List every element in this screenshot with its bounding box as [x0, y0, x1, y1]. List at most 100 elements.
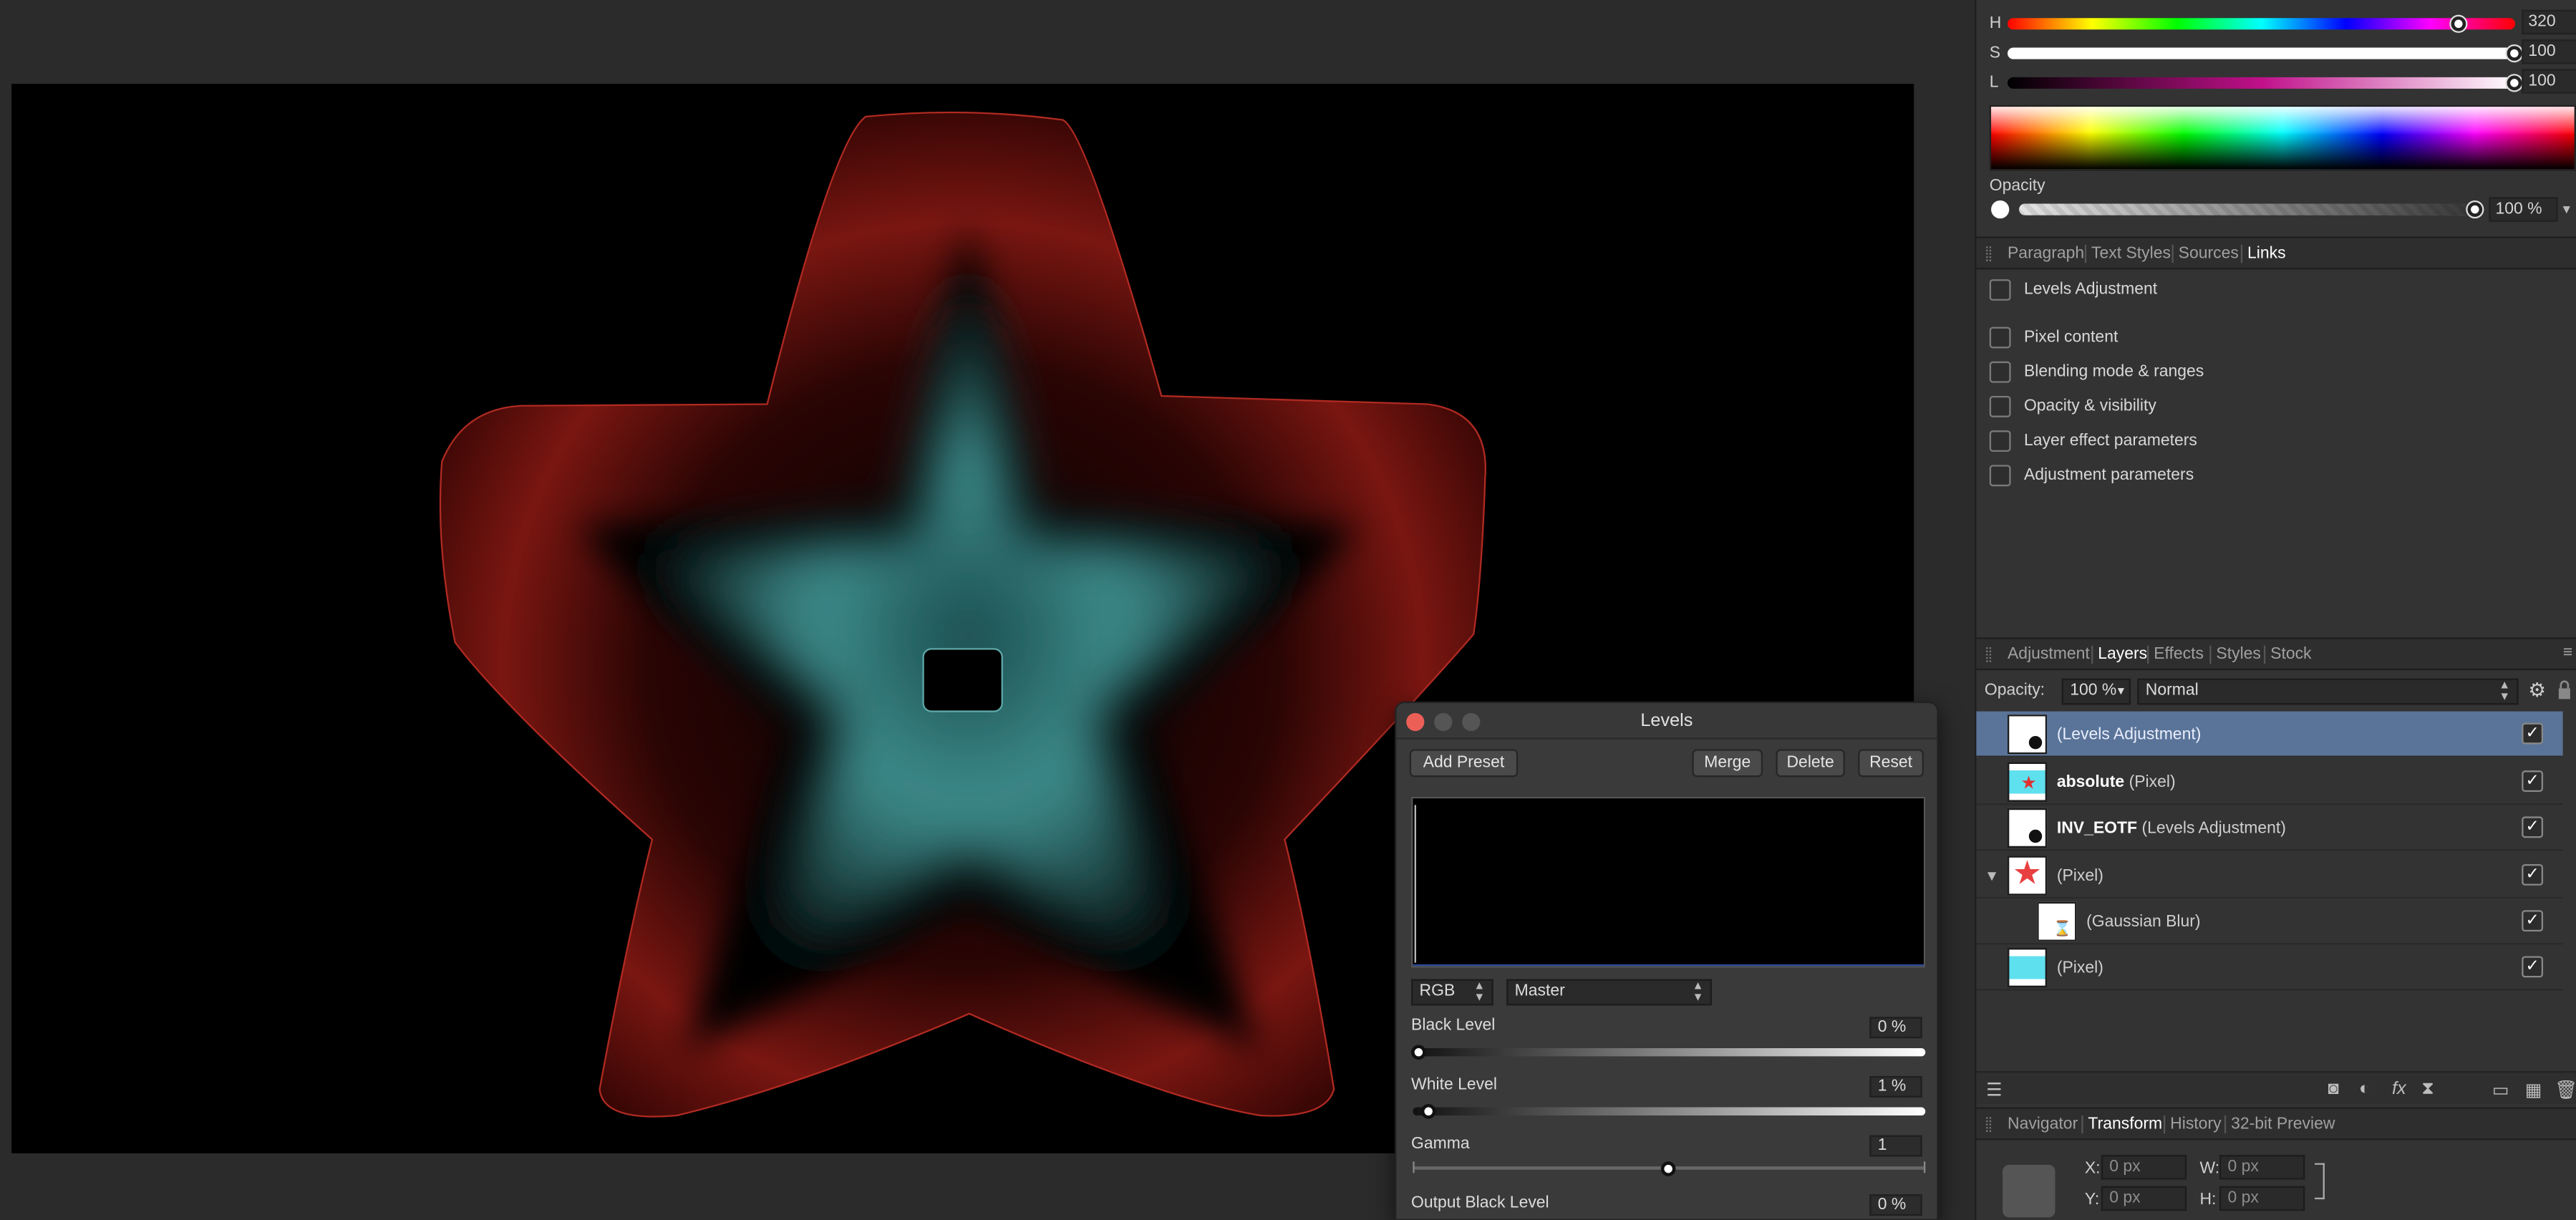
lock-icon[interactable]: [2558, 679, 2571, 699]
layer-visibility-checkbox[interactable]: ✓: [2522, 863, 2544, 886]
hue-slider-knob[interactable]: [2450, 16, 2466, 32]
lightness-slider-knob[interactable]: [2507, 75, 2522, 91]
minimize-window-icon[interactable]: [1434, 712, 1453, 732]
hue-label: H: [1989, 14, 2002, 33]
layer-thumbnail: ★: [2008, 762, 2048, 802]
dialog-title-text: Levels: [1640, 711, 1693, 732]
opacity-swatch[interactable]: [1991, 200, 2010, 219]
disclosure-triangle-icon[interactable]: ▼: [1985, 868, 1999, 884]
opacity-value-field[interactable]: 100 %: [2489, 197, 2558, 222]
live-filter-icon[interactable]: ⧗: [2421, 1080, 2434, 1101]
tab-history[interactable]: History: [2170, 1115, 2221, 1133]
layer-row[interactable]: ▼ ★ (Pixel) ✓: [1976, 853, 2563, 899]
close-window-icon[interactable]: [1406, 712, 1425, 732]
mask-layer-icon[interactable]: ◙: [2328, 1080, 2338, 1100]
add-pixel-layer-icon[interactable]: ▦: [2525, 1080, 2542, 1101]
tab-links[interactable]: Links: [2247, 245, 2286, 263]
white-level-value[interactable]: 1 %: [1869, 1075, 1922, 1098]
layer-thumbnail: [2008, 947, 2048, 988]
black-level-label: Black Level: [1411, 1017, 1496, 1035]
hourglass-icon: ⌛: [2053, 919, 2072, 936]
layers-bottom-toolbar: ☰ ◙ ◐ fx ⧗ ▭ ▦ 🗑: [1976, 1071, 2576, 1104]
output-black-level-label: Output Black Level: [1411, 1194, 1549, 1213]
add-preset-button[interactable]: Add Preset: [1409, 749, 1519, 778]
merge-button[interactable]: Merge: [1692, 749, 1763, 778]
channel-select[interactable]: RGB ▲ ▼: [1411, 979, 1493, 1006]
tab-layers[interactable]: Layers: [2098, 646, 2147, 664]
layer-visibility-checkbox[interactable]: ✓: [2522, 816, 2544, 838]
layer-row[interactable]: ⌛ (Gaussian Blur) ✓: [1976, 899, 2563, 945]
layer-name: (Pixel): [2129, 773, 2176, 792]
x-field[interactable]: 0 px: [2101, 1155, 2187, 1180]
layer-name: (Gaussian Blur): [2086, 913, 2201, 932]
layers-stack-icon[interactable]: ☰: [1986, 1080, 2003, 1101]
trash-icon[interactable]: 🗑: [2555, 1080, 2576, 1101]
panel-grip-icon[interactable]: [1986, 246, 1992, 261]
layer-thumbnail: [2008, 808, 2048, 848]
black-level-value[interactable]: 0 %: [1869, 1017, 1922, 1039]
panel-grip-icon[interactable]: [1986, 1117, 1992, 1132]
group-folder-icon[interactable]: ▭: [2492, 1080, 2509, 1101]
layer-visibility-checkbox[interactable]: ✓: [2522, 910, 2544, 932]
w-field[interactable]: 0 px: [2219, 1155, 2305, 1180]
panel-menu-icon[interactable]: ≡: [2563, 644, 2572, 662]
gamma-knob[interactable]: [1660, 1161, 1676, 1176]
gamma-value[interactable]: 1: [1869, 1135, 1922, 1157]
saturation-slider-knob[interactable]: [2507, 46, 2522, 61]
tab-paragraph[interactable]: Paragraph: [2008, 245, 2084, 263]
blend-mode-select[interactable]: Normal ▲ ▼: [2137, 678, 2519, 705]
tab-32bit-preview[interactable]: 32-bit Preview: [2231, 1115, 2335, 1133]
white-level-knob[interactable]: [1421, 1103, 1436, 1119]
layer-row[interactable]: INV_EOTF (Levels Adjustment) ✓: [1976, 805, 2563, 851]
zoom-window-icon[interactable]: [1462, 712, 1481, 732]
link-checkbox[interactable]: [1989, 395, 2011, 417]
opacity-dropdown-icon[interactable]: ▾: [2563, 200, 2570, 218]
gear-icon[interactable]: ⚙: [2528, 679, 2546, 702]
white-level-slider[interactable]: [1413, 1107, 1926, 1116]
saturation-value-field[interactable]: 100: [2522, 39, 2576, 64]
layer-row[interactable]: (Pixel) ✓: [1976, 944, 2563, 991]
anchor-selector-icon[interactable]: [2003, 1164, 2056, 1218]
lightness-slider[interactable]: [2008, 77, 2516, 89]
levels-mode-select[interactable]: Master ▲ ▼: [1506, 979, 1712, 1006]
h-field[interactable]: 0 px: [2219, 1186, 2305, 1211]
black-level-slider[interactable]: [1413, 1047, 1926, 1057]
layer-visibility-checkbox[interactable]: ✓: [2522, 956, 2544, 978]
opacity-slider-knob[interactable]: [2467, 202, 2483, 217]
link-checkbox[interactable]: [1989, 361, 2011, 383]
layer-row[interactable]: ★ absolute (Pixel) ✓: [1976, 759, 2563, 805]
layer-row[interactable]: (Levels Adjustment) ✓: [1976, 711, 2563, 757]
color-spectrum[interactable]: [1989, 105, 2576, 171]
tab-adjustment[interactable]: Adjustment: [2008, 646, 2090, 664]
layer-visibility-checkbox[interactable]: ✓: [2522, 770, 2544, 792]
saturation-slider[interactable]: [2008, 47, 2516, 59]
tab-sources[interactable]: Sources: [2179, 245, 2239, 263]
black-level-knob[interactable]: [1411, 1045, 1426, 1060]
lightness-value-field[interactable]: 100: [2522, 69, 2576, 94]
links-header-checkbox[interactable]: [1989, 279, 2011, 301]
tab-navigator[interactable]: Navigator: [2008, 1115, 2078, 1133]
text-tabs: Paragraph Text Styles Sources Links: [1976, 236, 2576, 270]
tab-text-styles[interactable]: Text Styles: [2091, 245, 2171, 263]
tab-effects[interactable]: Effects: [2154, 646, 2204, 664]
link-checkbox[interactable]: [1989, 430, 2011, 452]
reset-button[interactable]: Reset: [1858, 749, 1924, 778]
y-field[interactable]: 0 px: [2101, 1186, 2187, 1211]
levels-histogram[interactable]: [1411, 796, 1926, 968]
opacity-slider[interactable]: [2019, 203, 2476, 216]
link-checkbox[interactable]: [1989, 465, 2011, 487]
adjustment-layer-icon[interactable]: ◐: [2359, 1080, 2370, 1100]
delete-button[interactable]: Delete: [1776, 749, 1845, 778]
layers-opacity-select[interactable]: 100 % ▾: [2061, 678, 2131, 705]
hue-slider[interactable]: [2008, 18, 2516, 30]
tab-styles[interactable]: Styles: [2216, 646, 2260, 664]
tab-stock[interactable]: Stock: [2270, 646, 2311, 664]
output-black-level-value[interactable]: 0 %: [1869, 1194, 1922, 1216]
fx-icon[interactable]: fx: [2392, 1080, 2406, 1100]
panel-grip-icon[interactable]: [1986, 647, 1992, 662]
tab-transform[interactable]: Transform: [2088, 1115, 2162, 1133]
link-aspect-icon[interactable]: [2315, 1163, 2325, 1200]
layer-visibility-checkbox[interactable]: ✓: [2522, 722, 2544, 745]
link-checkbox[interactable]: [1989, 326, 2011, 349]
hue-value-field[interactable]: 320: [2522, 9, 2576, 35]
